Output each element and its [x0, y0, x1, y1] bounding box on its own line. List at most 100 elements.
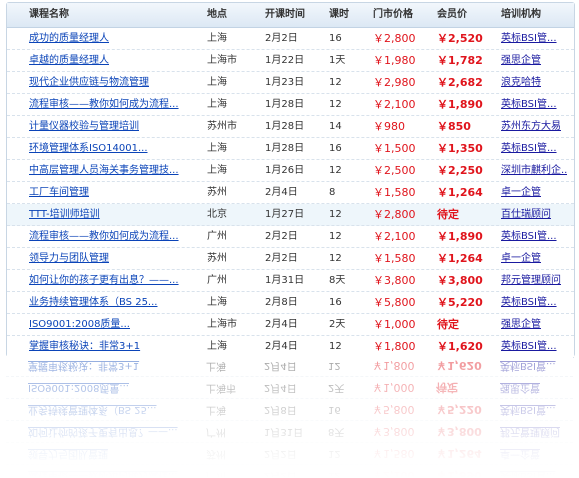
hours-cell: 16 — [329, 33, 342, 44]
location-cell: 上海市 — [207, 319, 237, 330]
date-cell: 1月28日 — [265, 99, 305, 110]
course-link[interactable]: 流程审核——教你如何成为流程... — [29, 99, 179, 110]
header-organization: 培训机构 — [501, 9, 541, 20]
reflected-organization-link: 英标BSI管... — [500, 360, 556, 371]
location-cell: 苏州 — [207, 253, 227, 264]
reflected-table-row: 如何让你的孩子更有出息？——... 广州 1月31日 8天 ￥3,800 ￥3,800 邦元… — [6, 420, 573, 442]
course-link[interactable]: 流程审核——教你如何成为流程... — [29, 231, 179, 242]
organization-link[interactable]: 英标BSI管... — [501, 143, 557, 154]
organization-link[interactable]: 卓一企管 — [501, 253, 541, 264]
course-link[interactable]: ISO9001:2008质量... — [29, 319, 130, 330]
course-link[interactable]: 中高层管理人员海关事务管理技... — [29, 165, 179, 176]
hours-cell: 16 — [329, 297, 342, 308]
reflected-table-row: 业务持续管理体系（BS 25... 上海 2月8日 16 ￥5,800 ￥5,220 英标B… — [6, 398, 573, 420]
member-price-cell: 待定 — [437, 318, 459, 331]
course-link[interactable]: 如何让你的孩子更有出息？——... — [29, 275, 179, 286]
table-row: 卓越的质量经理人 上海市 1月22日 1天 ￥1,980 ￥1,782 强思企管 — [7, 50, 574, 72]
member-price-cell: ￥2,250 — [437, 164, 483, 177]
hours-cell: 12 — [329, 341, 342, 352]
course-link[interactable]: 成功的质量经理人 — [29, 33, 109, 44]
date-cell: 1月27日 — [265, 209, 305, 220]
date-cell: 2月2日 — [265, 33, 298, 44]
hours-cell: 16 — [329, 143, 342, 154]
member-price-cell: ￥5,220 — [437, 296, 483, 309]
course-link[interactable]: 计量仪器校验与管理培训 — [29, 121, 139, 132]
date-cell: 2月4日 — [265, 341, 298, 352]
header-course-name: 课程名称 — [29, 9, 69, 20]
reflected-market-price-cell: ￥1,000 — [372, 381, 415, 394]
location-cell: 上海 — [207, 165, 227, 176]
organization-link[interactable]: 卓一企管 — [501, 187, 541, 198]
organization-link[interactable]: 强思企管 — [501, 55, 541, 66]
reflected-hours-cell: 12 — [328, 360, 341, 371]
course-link[interactable]: 工厂车间管理 — [29, 187, 89, 198]
reflected-organization-link: 邦元管理顾问 — [500, 426, 560, 437]
organization-link[interactable]: 英标BSI管... — [501, 297, 557, 308]
reflected-course-link: 业务持续管理体系（BS 25... — [28, 404, 157, 415]
table-row: 计量仪器校验与管理培训 苏州市 1月28日 14 ￥980 ￥850 苏州东方大易 — [7, 116, 574, 138]
hours-cell: 8 — [329, 187, 336, 198]
member-price-cell: ￥1,350 — [437, 142, 483, 155]
reflected-market-price-cell: ￥1,580 — [372, 447, 415, 460]
hours-cell: 12 — [329, 165, 342, 176]
organization-link[interactable]: 英标BSI管... — [501, 231, 557, 242]
market-price-cell: ￥1,580 — [373, 186, 416, 199]
course-link[interactable]: 领导力与团队管理 — [29, 253, 109, 264]
reflection-fade — [6, 356, 573, 478]
market-price-cell: ￥1,800 — [373, 340, 416, 353]
table-row: 领导力与团队管理 苏州 2月2日 12 ￥1,580 ￥1,264 卓一企管 — [7, 248, 574, 270]
organization-link[interactable]: 英标BSI管... — [501, 33, 557, 44]
organization-link[interactable]: 苏州东方大易 — [501, 121, 561, 132]
header-market-price: 门市价格 — [373, 9, 413, 20]
market-price-cell: ￥3,800 — [373, 274, 416, 287]
table-row: 流程审核——教你如何成为流程... 广州 2月2日 12 ￥2,100 ￥1,890 英标B… — [7, 226, 574, 248]
member-price-cell: ￥1,890 — [437, 230, 483, 243]
hours-cell: 2天 — [329, 319, 346, 330]
course-link[interactable]: 业务持续管理体系（BS 25... — [29, 297, 157, 308]
organization-link[interactable]: 邦元管理顾问 — [501, 275, 561, 286]
course-link[interactable]: 环境管理体系ISO14001... — [29, 143, 148, 154]
market-price-cell: ￥1,980 — [373, 54, 416, 67]
date-cell: 2月8日 — [265, 297, 298, 308]
reflected-hours-cell: 12 — [328, 470, 341, 478]
location-cell: 上海 — [207, 77, 227, 88]
member-price-cell: ￥1,890 — [437, 98, 483, 111]
organization-link[interactable]: 强思企管 — [501, 319, 541, 330]
reflected-member-price-cell: ￥1,890 — [436, 469, 482, 478]
reflected-organization-link: 英标BSI管... — [500, 470, 556, 478]
date-cell: 2月4日 — [265, 319, 298, 330]
table-header: 课程名称 地点 开课时间 课时 门市价格 会员价 培训机构 — [7, 3, 574, 28]
reflected-hours-cell: 8天 — [328, 426, 345, 437]
reflected-organization-link: 卓一企管 — [500, 448, 540, 459]
hours-cell: 1天 — [329, 55, 346, 66]
reflected-organization-link: 强思企管 — [500, 382, 540, 393]
reflected-location-cell: 上海 — [206, 404, 226, 415]
course-link[interactable]: 卓越的质量经理人 — [29, 55, 109, 66]
organization-link[interactable]: 浪克哈特 — [501, 77, 541, 88]
market-price-cell: ￥2,500 — [373, 164, 416, 177]
header-start-date: 开课时间 — [265, 9, 305, 20]
course-link[interactable]: TTT-培训师培训 — [29, 209, 100, 220]
course-link[interactable]: 现代企业供应链与物流管理 — [29, 77, 149, 88]
organization-link[interactable]: 英标BSI管... — [501, 341, 557, 352]
table-row: 掌握审核秘诀：非常3+1 上海 2月4日 12 ￥1,800 ￥1,620 英标BSI管..… — [7, 336, 574, 358]
member-price-cell: ￥2,520 — [437, 32, 483, 45]
header-hours: 课时 — [329, 9, 349, 20]
organization-link[interactable]: 深圳市麒利企... — [501, 165, 567, 176]
date-cell: 2月2日 — [265, 253, 298, 264]
reflected-hours-cell: 16 — [328, 404, 341, 415]
header-member-price: 会员价 — [437, 9, 467, 20]
table-row: TTT-培训师培训 北京 1月27日 12 ￥2,800 待定 百仕瑞顾问 — [7, 204, 574, 226]
reflected-market-price-cell: ￥2,100 — [372, 469, 415, 478]
location-cell: 上海 — [207, 99, 227, 110]
location-cell: 北京 — [207, 209, 227, 220]
reflected-course-link: 掌握审核秘诀：非常3+1 — [28, 360, 140, 371]
reflected-date-cell: 2月4日 — [264, 360, 297, 371]
hours-cell: 12 — [329, 253, 342, 264]
location-cell: 苏州市 — [207, 121, 237, 132]
course-link[interactable]: 掌握审核秘诀：非常3+1 — [29, 341, 140, 352]
member-price-cell: ￥850 — [437, 120, 471, 133]
course-table: 课程名称 地点 开课时间 课时 门市价格 会员价 培训机构 成功的质量经理人上海… — [6, 2, 575, 358]
organization-link[interactable]: 百仕瑞顾问 — [501, 209, 551, 220]
organization-link[interactable]: 英标BSI管... — [501, 99, 557, 110]
